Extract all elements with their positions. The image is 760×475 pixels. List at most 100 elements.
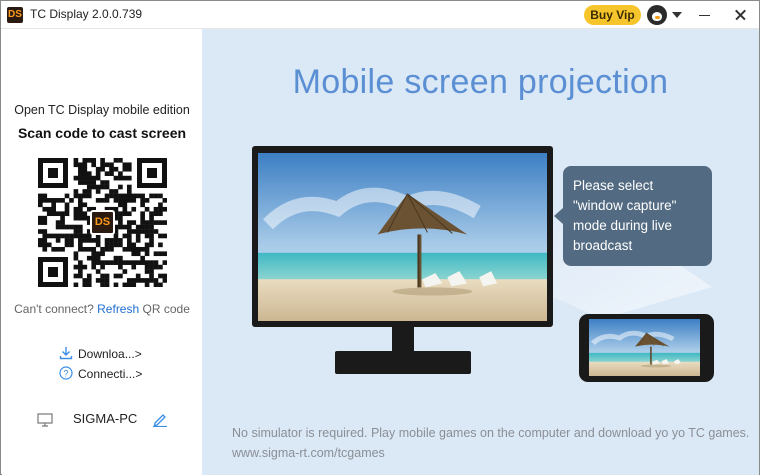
qr-module — [78, 211, 83, 217]
qr-module — [78, 175, 83, 181]
qr-module — [82, 238, 88, 243]
qr-module — [73, 255, 79, 261]
qr-module — [109, 242, 114, 248]
qr-module — [149, 215, 154, 221]
qr-module — [162, 251, 167, 257]
qr-module — [82, 171, 88, 176]
qr-module — [122, 193, 128, 199]
qr-module — [38, 193, 43, 199]
qr-module — [149, 264, 154, 270]
qr-module — [113, 175, 119, 181]
qr-module — [55, 233, 61, 239]
qr-module — [82, 193, 88, 199]
qr-module — [162, 278, 167, 283]
qr-module — [153, 264, 159, 270]
qr-module — [69, 242, 74, 248]
edit-pencil-icon[interactable] — [152, 411, 168, 427]
qr-module — [109, 246, 114, 252]
qr-module — [144, 220, 150, 225]
qr-module — [46, 211, 52, 217]
qr-module — [91, 184, 97, 190]
qr-module — [82, 166, 88, 172]
main-panel: Mobile screen projection Please select "… — [202, 29, 759, 475]
qr-module — [122, 162, 128, 168]
chevron-down-icon[interactable] — [672, 12, 682, 18]
qr-module — [95, 269, 101, 274]
refresh-link[interactable]: Refresh — [97, 302, 139, 316]
qr-module — [82, 211, 88, 217]
qr-module — [118, 238, 123, 243]
qr-module — [82, 180, 88, 185]
qr-module — [126, 166, 132, 172]
connection-help-link[interactable]: ? Connecti...> — [59, 366, 142, 384]
qr-module — [144, 229, 150, 234]
qr-module — [82, 158, 88, 163]
qr-module — [153, 278, 159, 283]
monitor-icon — [37, 413, 53, 427]
qr-module — [78, 260, 83, 265]
qr-module — [113, 242, 119, 248]
qr-module — [95, 238, 101, 243]
qr-module — [51, 246, 56, 252]
qr-module — [140, 220, 145, 225]
qr-module — [153, 206, 159, 212]
qr-module — [91, 175, 97, 181]
qr-module — [51, 198, 56, 203]
qr-module — [64, 238, 70, 243]
qr-module — [100, 273, 105, 279]
qr-module — [73, 264, 79, 270]
qr-module — [118, 198, 123, 203]
qr-module — [78, 193, 83, 199]
qr-module — [38, 238, 43, 243]
qr-module — [100, 166, 105, 172]
qr-module — [95, 255, 101, 261]
qr-module — [144, 206, 150, 212]
qr-module — [149, 229, 154, 234]
qr-module — [73, 189, 79, 194]
qr-module — [135, 260, 141, 265]
qr-module — [95, 242, 101, 248]
qr-module — [135, 233, 141, 239]
qr-module — [38, 220, 43, 225]
qr-module — [122, 198, 128, 203]
qr-module — [86, 193, 92, 199]
qr-module — [60, 233, 65, 239]
qr-module — [64, 202, 70, 208]
title-bar[interactable]: DS TC Display 2.0.0.739 Buy Vip — [1, 1, 759, 29]
qr-module — [144, 198, 150, 203]
qr-module — [118, 158, 123, 163]
download-link[interactable]: Downloa...> — [59, 346, 142, 364]
qr-module — [51, 233, 56, 239]
qr-module — [78, 229, 83, 234]
qr-module — [55, 198, 61, 203]
qr-module — [126, 242, 132, 248]
device-row: SIGMA-PC — [37, 410, 177, 430]
buy-vip-button[interactable]: Buy Vip — [584, 5, 641, 25]
qr-module — [38, 198, 43, 203]
qr-module — [73, 193, 79, 199]
qr-module — [42, 198, 48, 203]
qr-module — [126, 184, 132, 190]
close-button[interactable] — [729, 5, 753, 25]
qr-module — [104, 273, 110, 279]
qr-module — [100, 260, 105, 265]
qr-module — [126, 238, 132, 243]
qr-module — [42, 242, 48, 248]
qr-module — [86, 184, 92, 190]
qr-module — [140, 224, 145, 230]
qr-module — [46, 242, 52, 248]
penguin-avatar-icon[interactable] — [647, 5, 667, 25]
qr-module — [95, 189, 101, 194]
qr-finder-top-right — [137, 158, 167, 188]
qr-module — [51, 202, 56, 208]
qr-module — [140, 193, 145, 199]
minimize-button[interactable] — [693, 5, 717, 25]
qr-module — [46, 233, 52, 239]
qr-module — [86, 175, 92, 181]
capture-mode-tooltip: Please select "window capture" mode duri… — [554, 166, 712, 266]
qr-module — [118, 264, 123, 270]
qr-module — [113, 193, 119, 199]
qr-module — [109, 260, 114, 265]
qr-module — [60, 224, 65, 230]
qr-module — [82, 162, 88, 168]
